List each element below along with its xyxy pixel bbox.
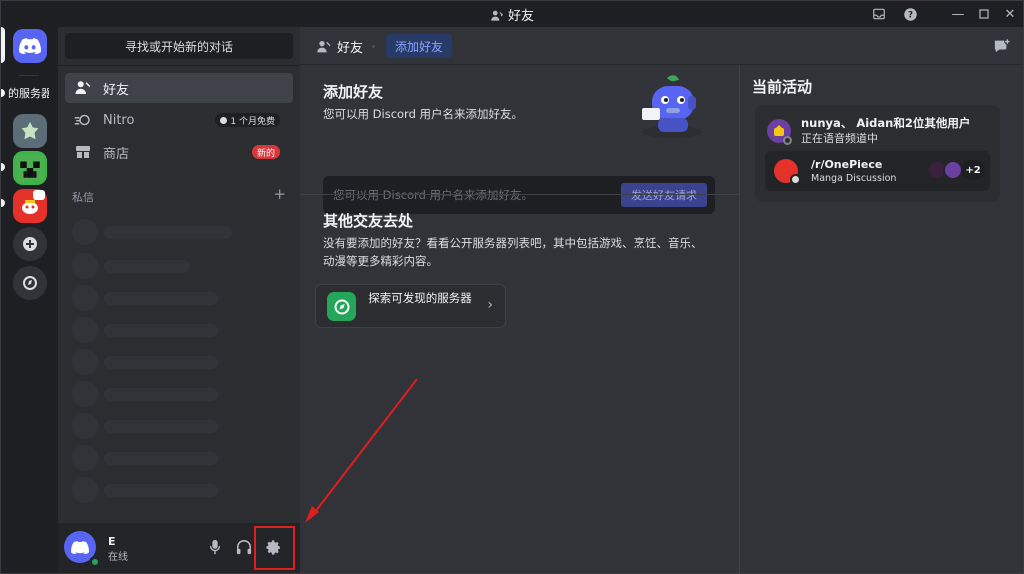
- app-window: 好友 ? — ✕ 的服务器 寻找或开始新的对话 好友 Nitro 1 个月免费 …: [0, 0, 1024, 574]
- annotation-arrow: [305, 378, 418, 523]
